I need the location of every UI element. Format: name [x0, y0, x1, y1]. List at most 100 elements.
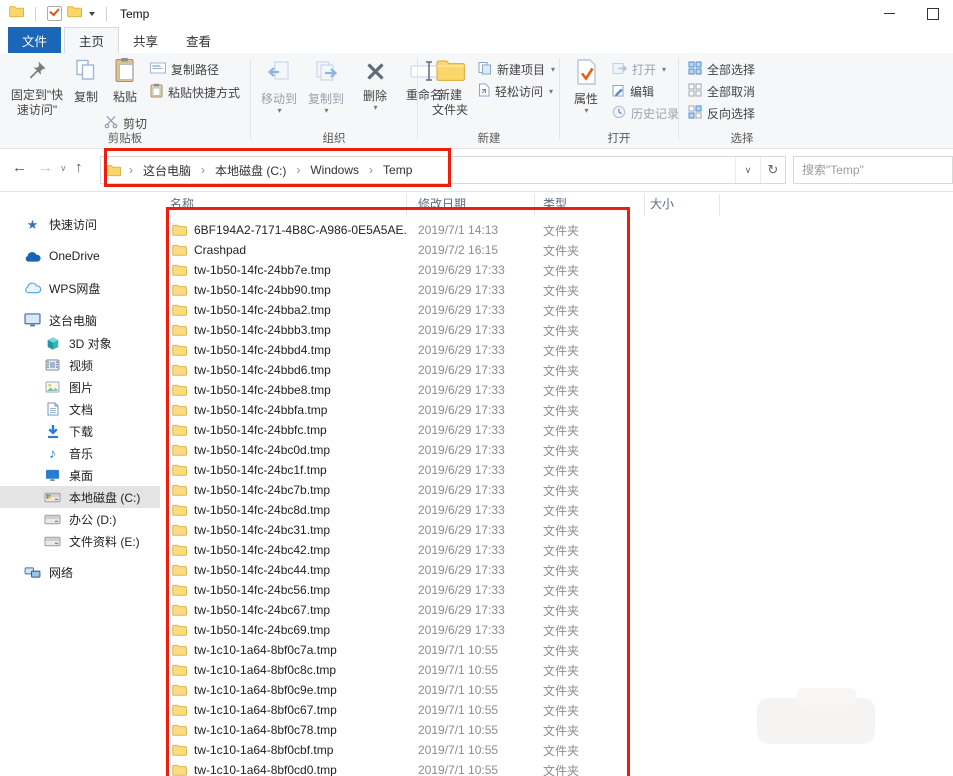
properties-check-icon[interactable] [47, 6, 62, 21]
file-row[interactable]: tw-1b50-14fc-24bbd6.tmp2019/6/29 17:33文件… [160, 360, 953, 380]
file-row[interactable]: tw-1b50-14fc-24bc1f.tmp2019/6/29 17:33文件… [160, 460, 953, 480]
pin-to-quick-access-button[interactable]: 固定到"快速访问" [8, 58, 66, 117]
tab-file[interactable]: 文件 [8, 27, 61, 53]
minimize-button[interactable] [872, 0, 906, 27]
file-row[interactable]: tw-1b50-14fc-24bbfc.tmp2019/6/29 17:33文件… [160, 420, 953, 440]
history-button[interactable]: 历史记录 [612, 105, 679, 122]
file-row[interactable]: tw-1b50-14fc-24bc67.tmp2019/6/29 17:33文件… [160, 600, 953, 620]
up-button[interactable]: ↑ [75, 159, 83, 176]
select-all-button[interactable]: 全部选择 [688, 61, 755, 78]
file-row[interactable]: tw-1b50-14fc-24bbe8.tmp2019/6/29 17:33文件… [160, 380, 953, 400]
column-header[interactable]: 大小 [645, 194, 720, 216]
move-to-icon [266, 60, 292, 89]
file-row[interactable]: tw-1b50-14fc-24bc8d.tmp2019/6/29 17:33文件… [160, 500, 953, 520]
sidebar-item[interactable]: 办公 (D:) [0, 508, 160, 530]
file-row[interactable]: tw-1c10-1a64-8bf0c8c.tmp2019/7/1 10:55文件… [160, 660, 953, 680]
properties-button[interactable]: 属性 ▾ [566, 58, 606, 115]
tab-home[interactable]: 主页 [64, 27, 119, 53]
sidebar-item[interactable]: 本地磁盘 (C:) [0, 486, 160, 508]
sidebar-item[interactable]: 文件资料 (E:) [0, 530, 160, 552]
file-name-cell: tw-1c10-1a64-8bf0c78.tmp [160, 723, 406, 737]
file-row[interactable]: tw-1b50-14fc-24bc31.tmp2019/6/29 17:33文件… [160, 520, 953, 540]
move-to-button[interactable]: 移动到 ▾ [256, 60, 302, 115]
sidebar-item[interactable]: 桌面 [0, 464, 160, 486]
breadcrumb-item[interactable]: 本地磁盘 (C:) [213, 162, 288, 179]
address-bar[interactable]: › 这台电脑›本地磁盘 (C:)›Windows›Temp ∨ ↻ [100, 156, 786, 184]
back-button[interactable]: ← [12, 159, 27, 176]
sidebar-item[interactable]: 网络 [0, 560, 160, 584]
group-label-select: 选择 [682, 130, 802, 146]
file-row[interactable]: tw-1b50-14fc-24bc0d.tmp2019/6/29 17:33文件… [160, 440, 953, 460]
sidebar-item[interactable]: 图片 [0, 376, 160, 398]
tab-share[interactable]: 共享 [119, 27, 172, 53]
breadcrumb-item[interactable]: Windows [308, 163, 361, 177]
explorer-window: Temp 文件 主页 共享 查看 固定到"快速访问" 复制 粘贴 复制路径 粘 [0, 0, 953, 776]
sidebar-item[interactable]: 视频 [0, 354, 160, 376]
breadcrumb-item[interactable]: 这台电脑 [141, 162, 193, 179]
copy-button[interactable]: 复制 [68, 58, 104, 105]
qat-dropdown-icon[interactable] [89, 12, 95, 16]
maximize-button[interactable] [916, 0, 950, 27]
search-input[interactable] [794, 157, 952, 183]
sidebar-item[interactable]: 下载 [0, 420, 160, 442]
file-date-modified: 2019/6/29 17:33 [406, 423, 531, 437]
file-row[interactable]: tw-1b50-14fc-24bb90.tmp2019/6/29 17:33文件… [160, 280, 953, 300]
sidebar-item[interactable]: 3D 对象 [0, 332, 160, 354]
edit-button[interactable]: 编辑 [612, 83, 654, 100]
breadcrumb-chevron-icon[interactable]: › [288, 163, 308, 177]
breadcrumb-chevron-icon[interactable]: › [193, 163, 213, 177]
column-header[interactable]: 名称 [160, 194, 407, 216]
file-row[interactable]: tw-1b50-14fc-24bba2.tmp2019/6/29 17:33文件… [160, 300, 953, 320]
select-none-button[interactable]: 全部取消 [688, 83, 755, 100]
open-button[interactable]: 打开 ▾ [612, 61, 666, 78]
tab-view[interactable]: 查看 [172, 27, 225, 53]
file-row[interactable]: tw-1b50-14fc-24bc69.tmp2019/6/29 17:33文件… [160, 620, 953, 640]
file-row[interactable]: tw-1b50-14fc-24bb7e.tmp2019/6/29 17:33文件… [160, 260, 953, 280]
pushpin-icon [26, 58, 48, 85]
invert-selection-button[interactable]: 反向选择 [688, 105, 755, 122]
file-row[interactable]: tw-1b50-14fc-24bc42.tmp2019/6/29 17:33文件… [160, 540, 953, 560]
sidebar-item[interactable]: OneDrive [0, 244, 160, 268]
file-row[interactable]: 6BF194A2-7171-4B8C-A986-0E5A5AE...2019/7… [160, 220, 953, 240]
sidebar-item[interactable]: 文档 [0, 398, 160, 420]
breadcrumb-chevron-icon[interactable]: › [361, 163, 381, 177]
file-name-cell: tw-1b50-14fc-24bc67.tmp [160, 603, 406, 617]
paste-button[interactable]: 粘贴 [103, 57, 147, 105]
file-type: 文件夹 [531, 642, 641, 659]
file-row[interactable]: tw-1b50-14fc-24bc7b.tmp2019/6/29 17:33文件… [160, 480, 953, 500]
copy-to-button[interactable]: 复制到 ▾ [303, 60, 349, 115]
folder-icon [172, 264, 187, 276]
folder-icon[interactable] [67, 5, 82, 23]
copy-path-button[interactable]: 复制路径 [150, 61, 219, 78]
recent-locations-chevron-icon[interactable]: ∨ [60, 163, 67, 174]
copy-path-label: 复制路径 [171, 61, 219, 78]
sidebar-item[interactable]: WPS网盘 [0, 276, 160, 300]
file-row[interactable]: tw-1b50-14fc-24bbb3.tmp2019/6/29 17:33文件… [160, 320, 953, 340]
maximize-icon [927, 8, 939, 20]
new-folder-button[interactable]: 新建文件夹 [426, 58, 474, 117]
refresh-icon[interactable]: ↻ [760, 157, 785, 183]
column-header[interactable]: 修改日期 [407, 194, 535, 216]
file-row[interactable]: tw-1b50-14fc-24bc44.tmp2019/6/29 17:33文件… [160, 560, 953, 580]
delete-button[interactable]: 删除 ▾ [354, 60, 396, 112]
sidebar-item-label: 文件资料 (E:) [69, 533, 140, 550]
address-dropdown-chevron-icon[interactable]: ∨ [735, 157, 760, 183]
sidebar-item[interactable]: ♪音乐 [0, 442, 160, 464]
file-row[interactable]: tw-1c10-1a64-8bf0cd0.tmp2019/7/1 10:55文件… [160, 760, 953, 776]
sidebar-item[interactable]: ★快速访问 [0, 212, 160, 236]
file-row[interactable]: Crashpad2019/7/2 16:15文件夹 [160, 240, 953, 260]
file-row[interactable]: tw-1b50-14fc-24bc56.tmp2019/6/29 17:33文件… [160, 580, 953, 600]
forward-button[interactable]: → [38, 159, 53, 176]
file-row[interactable]: tw-1c10-1a64-8bf0c7a.tmp2019/7/1 10:55文件… [160, 640, 953, 660]
easy-access-button[interactable]: 轻松访问 ▾ [478, 83, 553, 100]
folder-icon [172, 584, 187, 596]
new-item-button[interactable]: 新建项目 ▾ [478, 61, 555, 78]
file-row[interactable]: tw-1b50-14fc-24bbd4.tmp2019/6/29 17:33文件… [160, 340, 953, 360]
column-header[interactable]: 类型 [535, 194, 645, 216]
breadcrumb-item[interactable]: Temp [381, 163, 414, 177]
paste-shortcut-button[interactable]: 粘贴快捷方式 [150, 83, 240, 101]
file-type: 文件夹 [531, 602, 641, 619]
file-row[interactable]: tw-1b50-14fc-24bbfa.tmp2019/6/29 17:33文件… [160, 400, 953, 420]
sidebar-item-label: 文档 [69, 401, 93, 418]
sidebar-item[interactable]: 这台电脑 [0, 308, 160, 332]
